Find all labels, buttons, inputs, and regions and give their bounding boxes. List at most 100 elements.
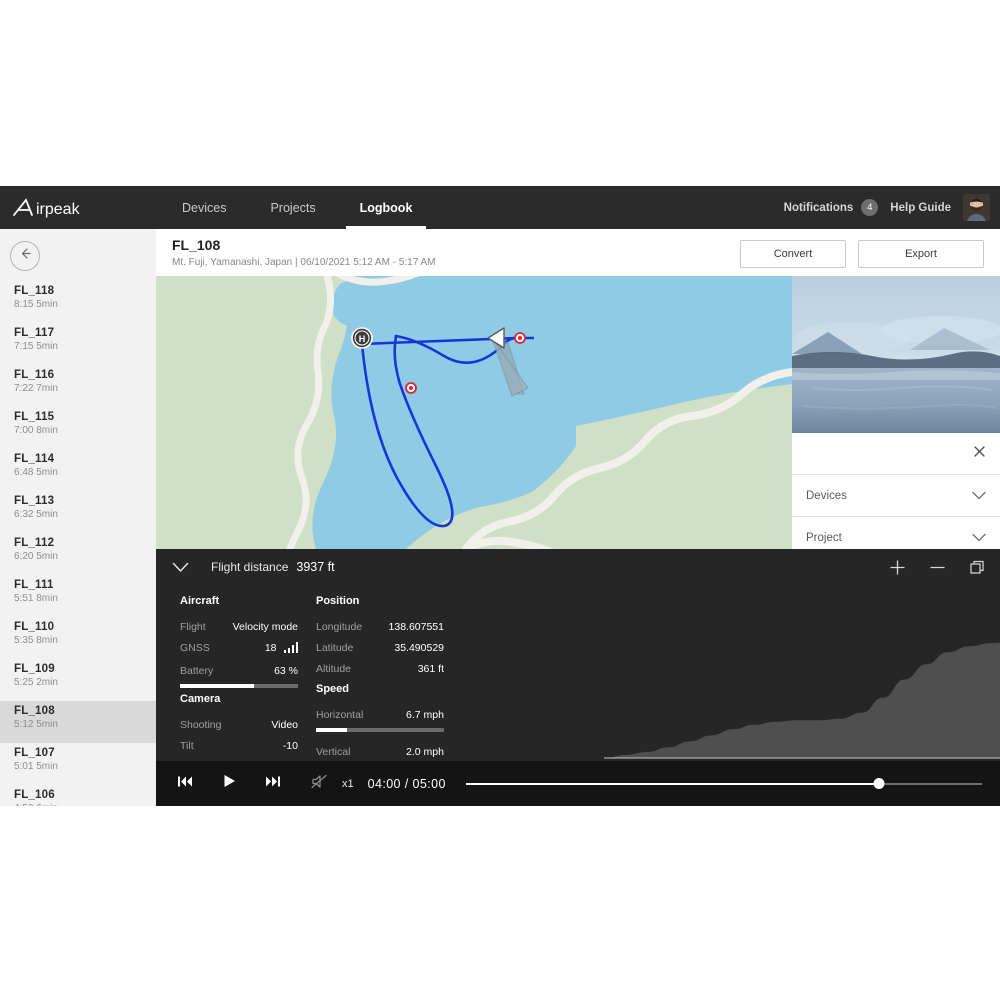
camera-section: Camera Shooting Video Tilt -10 (180, 693, 298, 756)
list-item[interactable]: FL_114 6:48 5min (0, 449, 156, 491)
gnss-row: GNSS 18 (180, 637, 298, 658)
flight-name: FL_116 (14, 369, 156, 381)
skip-next-button[interactable] (256, 767, 290, 801)
gnss-key: GNSS (180, 642, 210, 654)
latitude-value: 35.490529 (394, 642, 444, 654)
tab-logbook[interactable]: Logbook (338, 186, 435, 229)
list-item[interactable]: FL_110 5:35 8min (0, 617, 156, 659)
play-button[interactable] (212, 767, 246, 801)
seek-handle[interactable] (873, 778, 884, 789)
flight-name: FL_115 (14, 411, 156, 423)
flight-meta: 5:51 8min (14, 593, 156, 604)
devices-accordion[interactable]: Devices (792, 475, 1000, 517)
chevron-down-icon[interactable] (972, 529, 986, 547)
flight-subtitle: Mt. Fuji, Yamanashi, Japan | 06/10/2021 … (172, 257, 436, 268)
devices-accordion-label: Devices (806, 490, 847, 502)
nav-tabs: Devices Projects Logbook (160, 186, 434, 229)
list-item[interactable]: FL_1095:25 2min (0, 659, 156, 701)
list-item[interactable]: FL_115 7:00 8min (0, 407, 156, 449)
altitude-row: Altitude 361 ft (316, 658, 444, 679)
aircraft-section: Aircraft Flight Velocity mode GNSS 18 Ba… (180, 595, 298, 688)
project-accordion[interactable]: Project (792, 517, 1000, 549)
minus-icon[interactable] (928, 558, 946, 576)
flight-list: FL_1188:15 5minFL_1177:15 5min FL_116 7:22… (0, 281, 156, 806)
shooting-value: Video (271, 719, 298, 731)
flight-meta: 5:35 8min (14, 635, 156, 646)
airpeak-logo[interactable]: irpeak (12, 196, 112, 220)
duplicate-icon[interactable] (968, 558, 986, 576)
flight-name: FL_106 (14, 789, 156, 801)
list-item[interactable]: FL_1126:20 5min (0, 533, 156, 575)
flight-thumbnail[interactable] (792, 276, 1000, 433)
latitude-row: Latitude 35.490529 (316, 637, 444, 658)
tab-devices[interactable]: Devices (160, 186, 248, 229)
flight-list-sidebar[interactable]: FL_1188:15 5minFL_1177:15 5min FL_116 7:22… (0, 229, 157, 806)
battery-key: Battery (180, 665, 213, 677)
battery-bar (180, 684, 298, 688)
right-panel-rows: Devices Project (792, 433, 1000, 549)
tab-projects[interactable]: Projects (248, 186, 337, 229)
flight-meta: 7:22 7min (14, 383, 156, 394)
horizontal-speed-bar (316, 728, 444, 732)
detail-header: FL_108 Mt. Fuji, Yamanashi, Japan | 06/1… (156, 229, 1000, 282)
aircraft-title: Aircraft (180, 595, 298, 607)
map-controls (888, 549, 986, 585)
waypoint-marker (515, 333, 525, 343)
list-item[interactable]: FL_1177:15 5min (0, 323, 156, 365)
flight-meta: 5:12 5min (14, 719, 156, 730)
list-item[interactable]: FL_1136:32 5min (0, 491, 156, 533)
page-title: FL_108 (172, 237, 220, 253)
export-button[interactable]: Export (858, 240, 984, 268)
shooting-row: Shooting Video (180, 714, 298, 735)
notifications-link[interactable]: Notifications (784, 202, 854, 214)
flight-distance-value: 3937 ft (296, 560, 334, 574)
seek-bar[interactable] (466, 777, 982, 791)
project-accordion-label: Project (806, 532, 842, 544)
flight-name: FL_111 (14, 579, 156, 591)
close-row[interactable] (792, 433, 1000, 475)
flight-meta: 4:50 6min (14, 803, 156, 806)
battery-row: Battery 63 % (180, 660, 298, 681)
flight-map[interactable]: H (156, 276, 792, 549)
skip-previous-button[interactable] (168, 767, 202, 801)
battery-value: 63 % (274, 665, 298, 677)
tab-devices-label: Devices (182, 201, 226, 215)
back-button[interactable] (10, 241, 40, 271)
horizontal-speed-key: Horizontal (316, 709, 363, 721)
flight-meta: 6:48 5min (14, 467, 156, 478)
list-item[interactable]: FL_1188:15 5min (0, 281, 156, 323)
flight-mode-value: Velocity mode (233, 621, 298, 633)
home-marker-icon: H (352, 328, 372, 348)
list-item[interactable]: FL_1075:01 5min (0, 743, 156, 785)
convert-button[interactable]: Convert (740, 240, 846, 268)
top-navigation-bar: irpeak Devices Projects Logbook Notifica… (0, 186, 1000, 229)
flight-meta: 6:32 5min (14, 509, 156, 520)
plus-icon[interactable] (888, 558, 906, 576)
flight-meta: 7:00 8min (14, 425, 156, 436)
collapse-panel-button[interactable] (172, 562, 189, 573)
list-item[interactable]: FL_1085:12 5min (0, 701, 156, 743)
nav-right-group: Notifications 4 Help Guide (784, 186, 990, 229)
list-item[interactable]: FL_106 4:50 6min (0, 785, 156, 806)
list-item[interactable]: FL_111 5:51 8min (0, 575, 156, 617)
svg-text:irpeak: irpeak (36, 201, 81, 218)
help-guide-link[interactable]: Help Guide (890, 202, 951, 214)
skip-previous-icon (177, 775, 193, 793)
tab-logbook-label: Logbook (360, 201, 413, 215)
close-icon[interactable] (973, 445, 986, 463)
flight-name: FL_114 (14, 453, 156, 465)
tilt-value: -10 (283, 740, 298, 752)
playback-speed-button[interactable]: x1 (342, 778, 354, 790)
volume-muted-icon (311, 774, 328, 794)
arrow-left-icon (19, 247, 32, 265)
flight-name: FL_110 (14, 621, 156, 633)
avatar[interactable] (963, 194, 990, 221)
speed-section: Speed Horizontal 6.7 mph Vertical 2.0 mp… (316, 683, 444, 769)
chevron-down-icon[interactable] (972, 487, 986, 505)
playback-controls: x1 04:00 / 05:00 (156, 761, 1000, 806)
mute-button[interactable] (302, 767, 336, 801)
list-item[interactable]: FL_116 7:22 7min (0, 365, 156, 407)
signal-bars-icon (284, 642, 299, 653)
flight-meta: 8:15 5min (14, 299, 156, 310)
flight-meta: 5:25 2min (14, 677, 156, 688)
